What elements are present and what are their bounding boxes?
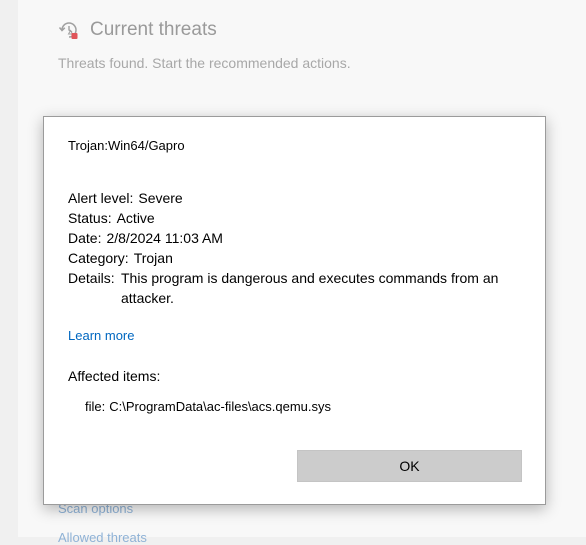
- status-row: Status: Active: [68, 208, 528, 228]
- allowed-threats-link[interactable]: Allowed threats: [58, 530, 147, 545]
- affected-item: file: C:\ProgramData\ac-files\acs.qemu.s…: [85, 399, 331, 414]
- status-label: Status:: [68, 210, 112, 226]
- affected-item-type: file:: [85, 399, 106, 414]
- threat-properties: Alert level: Severe Status: Active Date:…: [68, 188, 528, 308]
- category-label: Category:: [68, 250, 129, 266]
- category-value: Trojan: [133, 250, 173, 266]
- learn-more-link[interactable]: Learn more: [68, 328, 134, 343]
- details-value: This program is dangerous and executes c…: [121, 270, 499, 306]
- nav-strip: [0, 0, 18, 537]
- alert-level-label: Alert level:: [68, 190, 134, 206]
- threat-name: Trojan:Win64/Gapro: [68, 138, 185, 153]
- section-title: Current threats: [90, 19, 217, 40]
- section-header: Current threats: [58, 19, 217, 41]
- section-subtitle: Threats found. Start the recommended act…: [58, 55, 351, 71]
- alert-level-value: Severe: [138, 190, 183, 206]
- affected-item-path: C:\ProgramData\ac-files\acs.qemu.sys: [109, 399, 332, 414]
- status-value: Active: [116, 210, 155, 226]
- details-row: Details: This program is dangerous and e…: [68, 268, 528, 308]
- details-label: Details:: [68, 270, 115, 286]
- category-row: Category: Trojan: [68, 248, 528, 268]
- date-value: 2/8/2024 11:03 AM: [106, 230, 223, 246]
- threat-details-dialog: Trojan:Win64/Gapro Alert level: Severe S…: [43, 116, 546, 505]
- date-label: Date:: [68, 230, 102, 246]
- threat-history-icon: [58, 22, 78, 39]
- affected-items-title: Affected items:: [68, 368, 161, 384]
- alert-level-row: Alert level: Severe: [68, 188, 528, 208]
- ok-button[interactable]: OK: [297, 450, 522, 482]
- date-row: Date: 2/8/2024 11:03 AM: [68, 228, 528, 248]
